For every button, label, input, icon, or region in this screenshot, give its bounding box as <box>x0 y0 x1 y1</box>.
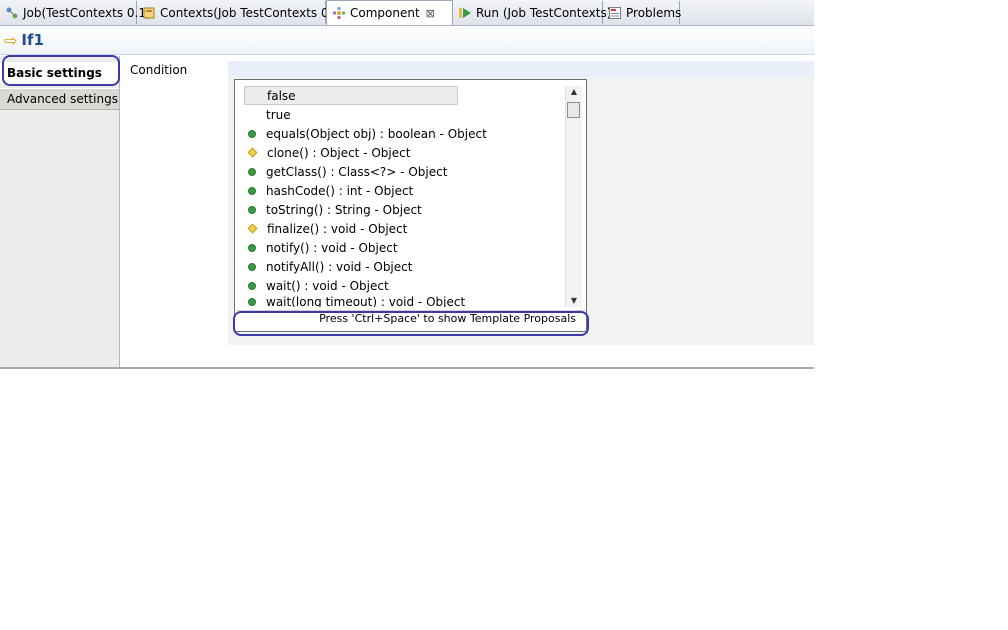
nav-advanced-settings[interactable]: Advanced settings <box>0 88 119 110</box>
protected-method-icon <box>247 223 258 234</box>
tab-run[interactable]: Run (Job TestContexts) <box>453 1 611 24</box>
proposal-item[interactable]: toString() : String - Object <box>244 200 564 219</box>
tab-label: Component <box>350 6 420 20</box>
proposal-item[interactable]: notifyAll() : void - Object <box>244 257 564 276</box>
proposal-label: equals(Object obj) : boolean - Object <box>266 126 487 141</box>
tab-label: Problems <box>626 5 682 20</box>
proposal-list: false true equals(Object obj) : boolean … <box>244 86 564 307</box>
public-method-icon <box>248 129 256 138</box>
scroll-thumb[interactable] <box>567 102 580 118</box>
tab-label: Contexts(Job TestContexts 0.1) <box>160 5 345 20</box>
nav-basic-settings[interactable]: Basic settings <box>0 62 119 84</box>
proposal-label: getClass() : Class<?> - Object <box>266 164 448 179</box>
run-icon <box>459 7 471 18</box>
proposal-scrollbar[interactable]: ▲ ▼ <box>565 86 582 307</box>
proposal-label: clone() : Object - Object <box>267 145 411 160</box>
proposal-item[interactable]: wait() : void - Object <box>244 276 564 295</box>
close-icon[interactable]: ⊠ <box>426 7 435 20</box>
tab-problems[interactable]: Problems <box>603 1 682 24</box>
contexts-icon <box>143 7 155 18</box>
settings-nav: Basic settings Advanced settings <box>0 56 120 367</box>
proposal-item[interactable]: finalize() : void - Object <box>244 219 564 238</box>
proposal-item[interactable]: false <box>244 86 458 105</box>
content-assist-popup: false true equals(Object obj) : boolean … <box>234 79 587 332</box>
proposal-label: true <box>266 107 291 122</box>
proposal-label: toString() : String - Object <box>266 202 422 217</box>
condition-label: Condition <box>130 63 188 77</box>
tab-bar: Job(TestContexts 0.1) Contexts(Job TestC… <box>0 0 814 26</box>
public-method-icon <box>248 205 256 214</box>
scroll-down-arrow-icon[interactable]: ▼ <box>566 295 582 307</box>
component-view: Job(TestContexts 0.1) Contexts(Job TestC… <box>0 0 814 369</box>
proposal-label: finalize() : void - Object <box>267 221 408 236</box>
proposal-label: hashCode() : int - Object <box>266 183 414 198</box>
tab-component[interactable]: Component ⊠ <box>326 0 453 25</box>
proposal-label: wait() : void - Object <box>266 278 389 293</box>
job-icon <box>6 7 18 18</box>
proposal-item[interactable]: wait(long timeout) : void - Object <box>244 295 564 307</box>
proposal-label: notify() : void - Object <box>266 240 398 255</box>
public-method-icon <box>248 298 256 306</box>
proposal-label: notifyAll() : void - Object <box>266 259 413 274</box>
component-header: ⇨ If1 <box>0 26 814 55</box>
tab-label: Job(TestContexts 0.1) <box>23 5 151 20</box>
proposal-item[interactable]: true <box>244 105 564 124</box>
proposal-item[interactable]: notify() : void - Object <box>244 238 564 257</box>
proposal-item[interactable]: equals(Object obj) : boolean - Object <box>244 124 564 143</box>
condition-editor[interactable] <box>228 61 814 77</box>
public-method-icon <box>248 186 256 195</box>
proposal-item[interactable]: clone() : Object - Object <box>244 143 564 162</box>
component-icon <box>332 6 346 20</box>
proposal-label: wait(long timeout) : void - Object <box>266 295 466 307</box>
scroll-up-arrow-icon[interactable]: ▲ <box>566 86 582 98</box>
proposal-item[interactable]: getClass() : Class<?> - Object <box>244 162 564 181</box>
component-arrow-icon: ⇨ <box>4 30 18 50</box>
problems-icon <box>609 6 621 19</box>
public-method-icon <box>248 281 256 290</box>
tab-label: Run (Job TestContexts) <box>476 5 612 20</box>
public-method-icon <box>248 262 256 271</box>
protected-method-icon <box>247 147 258 158</box>
tab-contexts[interactable]: Contexts(Job TestContexts 0.1) <box>137 1 345 24</box>
page-title: If1 <box>21 31 44 49</box>
public-method-icon <box>248 167 256 176</box>
proposal-label: false <box>267 88 296 103</box>
proposal-item[interactable]: hashCode() : int - Object <box>244 181 564 200</box>
tab-job[interactable]: Job(TestContexts 0.1) <box>0 1 151 24</box>
panel-bottom-border <box>0 367 814 369</box>
public-method-icon <box>248 243 256 252</box>
template-proposals-hint: Press 'Ctrl+Space' to show Template Prop… <box>236 310 586 329</box>
